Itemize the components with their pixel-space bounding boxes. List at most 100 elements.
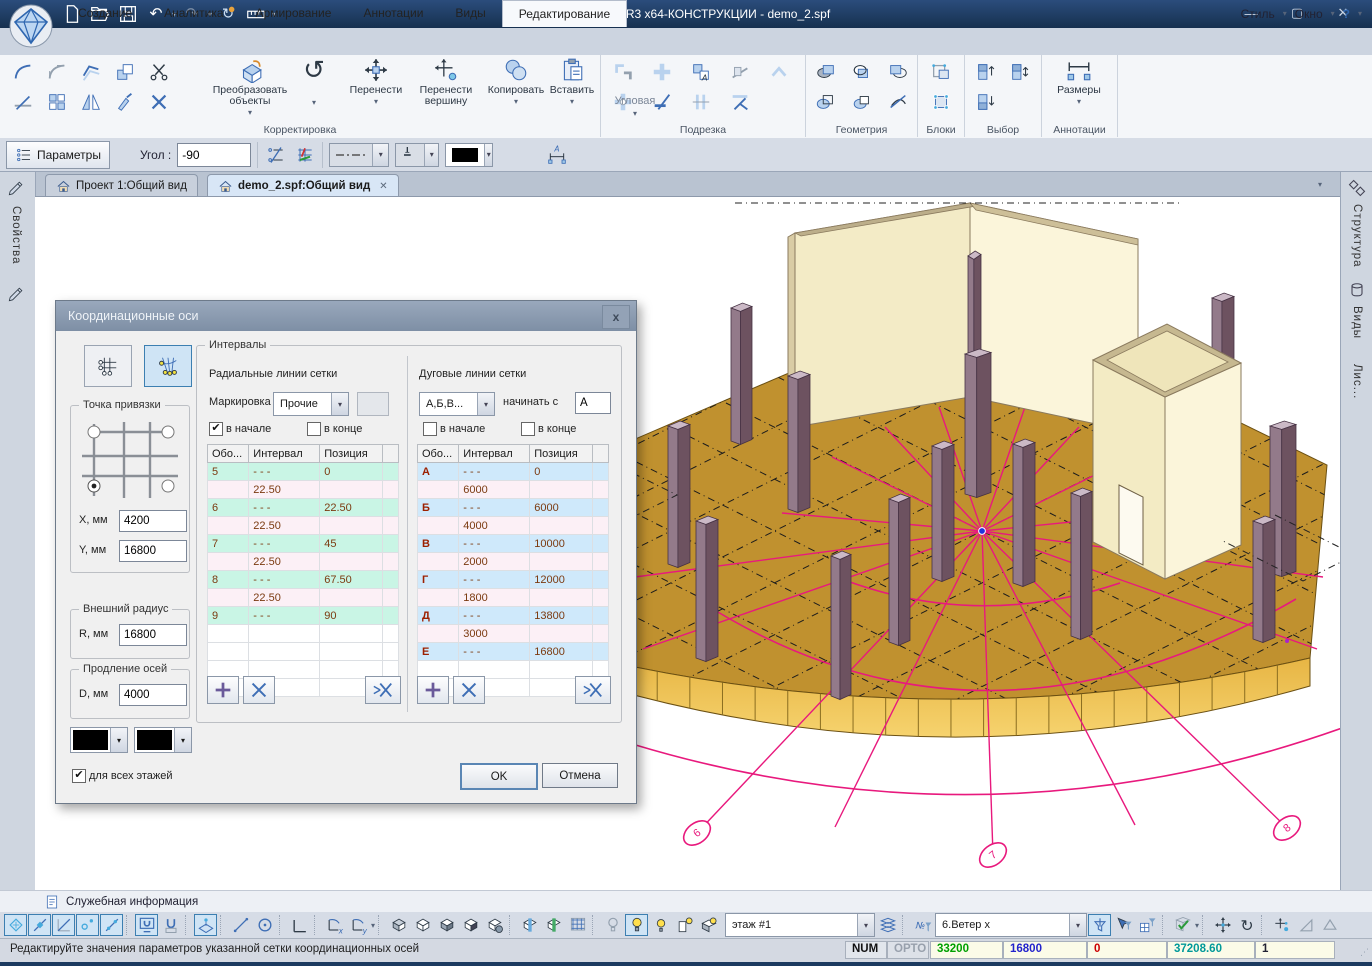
table-row-empty[interactable] [208,643,399,661]
table-cell[interactable] [383,571,399,589]
table-cell[interactable] [320,517,383,535]
table-row[interactable]: 6- - -22.50 [208,499,399,517]
radial-start-checkbox[interactable]: ✔ [209,422,223,436]
table-cell[interactable]: 10000 [530,535,593,553]
app-logo-icon[interactable] [8,3,54,49]
snap-angle-toggle[interactable] [52,914,75,936]
table-cell[interactable] [208,517,249,535]
table-cell[interactable]: - - - [249,607,320,625]
table-row[interactable]: 2000 [418,553,609,571]
roof-trim-icon[interactable] [768,61,790,83]
table-cell[interactable] [320,553,383,571]
col-header[interactable]: Интервал [459,445,530,463]
doc-tab-demo2[interactable]: demo_2.spf:Общий вид ✕ [207,174,399,197]
table-cell[interactable]: - - - [459,499,530,517]
table-row[interactable]: Б- - -6000 [418,499,609,517]
table-cell[interactable]: В [418,535,459,553]
style-menu[interactable]: Стиль [1237,7,1279,21]
radial-color-combo[interactable]: ▾ [70,727,128,753]
anchor-grid-graphic[interactable] [78,418,182,500]
table-cell[interactable]: 4000 [459,517,530,535]
table-row[interactable]: 9- - -90 [208,607,399,625]
axis-bubble[interactable]: 6 [679,816,715,850]
table-cell[interactable] [208,481,249,499]
table-cell[interactable]: 22.50 [249,553,320,571]
table-cell[interactable] [530,553,593,571]
cross-trim-icon[interactable] [651,61,673,83]
table-cell[interactable]: 3000 [459,625,530,643]
eyedropper-icon[interactable] [114,91,136,113]
table-row[interactable]: 22.50 [208,481,399,499]
select-span-icon[interactable]: ↕ [1009,61,1031,83]
table-cell[interactable] [530,589,593,607]
table-cell[interactable] [383,607,399,625]
dimension-style-icon-btn[interactable]: А [545,144,568,166]
cut-icon[interactable] [148,61,170,83]
table-cell[interactable] [593,481,609,499]
mirror-tool-icon[interactable] [80,91,102,113]
perpendicular-tool[interactable] [288,914,311,936]
orthogonal-grid-button[interactable] [84,345,132,387]
col-header[interactable]: Интервал [249,445,320,463]
light-off-button[interactable] [601,914,624,936]
table-cell[interactable] [593,463,609,481]
structure-panel-icon[interactable] [1347,178,1367,201]
arc-intervals-table[interactable]: Обо... Интервал Позиция А- - -06000Б- - … [417,444,609,697]
table-cell[interactable] [383,463,399,481]
ucs-more-caret[interactable]: ▾ [371,921,375,930]
apply-changes-button[interactable] [1171,914,1194,936]
apply-more-caret[interactable]: ▾ [1195,921,1199,930]
column[interactable] [968,251,981,358]
corner-button[interactable]: Угловая▾ [605,95,665,119]
trim-line-icon[interactable] [12,91,34,113]
table-cell[interactable]: 22.50 [249,517,320,535]
tab-analytics[interactable]: Аналитика [148,0,239,27]
snap-point-toggle[interactable] [76,914,99,936]
table-cell[interactable]: - - - [459,607,530,625]
panel-tab-structure[interactable]: Структура [1351,204,1363,268]
line-style-combo[interactable]: ▾ [329,143,389,167]
table-cell[interactable] [383,535,399,553]
table-cell[interactable]: 13800 [530,607,593,625]
light-on-button[interactable] [625,914,648,936]
table-cell[interactable] [593,589,609,607]
draw-circle-tool[interactable] [253,914,276,936]
table-cell[interactable] [320,589,383,607]
column[interactable] [1071,488,1092,640]
corner-trim-icon[interactable] [612,61,634,83]
table-cell[interactable]: Е [418,643,459,661]
table-cell[interactable]: Д [418,607,459,625]
tab-close-icon[interactable]: ✕ [379,181,387,192]
table-cell[interactable] [593,553,609,571]
table-cell[interactable] [593,607,609,625]
radial-marking-combo[interactable]: Прочие▾ [273,392,349,416]
align-1-button[interactable] [1294,914,1317,936]
table-cell[interactable]: 1800 [459,589,530,607]
table-cell[interactable]: 7 [208,535,249,553]
all-floors-checkbox[interactable]: ✔ [72,769,86,783]
col-header[interactable]: Позиция [530,445,593,463]
properties-pencil-icon[interactable] [6,178,26,201]
properties2-pencil-icon[interactable] [6,284,26,307]
table-cell[interactable]: - - - [459,643,530,661]
table-cell[interactable] [383,553,399,571]
ucs-x-tool[interactable]: x [323,914,346,936]
light-floor-button[interactable] [697,914,720,936]
table-cell[interactable]: - - - [459,463,530,481]
grid-3d-button[interactable] [566,914,589,936]
dimensions-button[interactable]: Размеры▾ [1048,57,1110,123]
magnet-free-toggle[interactable] [159,914,182,936]
bool-subtract2-icon[interactable] [815,91,837,113]
table-cell[interactable] [593,517,609,535]
table-row[interactable]: 7- - -45 [208,535,399,553]
y-input[interactable] [119,540,187,562]
table-cell[interactable]: 6 [208,499,249,517]
array-tool-icon[interactable] [46,91,68,113]
snap-line-toggle[interactable] [28,914,51,936]
help-menu[interactable]: ? [1339,7,1354,21]
table-row-empty[interactable] [208,625,399,643]
table-cell[interactable] [593,625,609,643]
fit-text-icon[interactable]: A [690,61,712,83]
arc-color-combo[interactable]: ▾ [134,727,192,753]
table-row[interactable]: 3000 [418,625,609,643]
